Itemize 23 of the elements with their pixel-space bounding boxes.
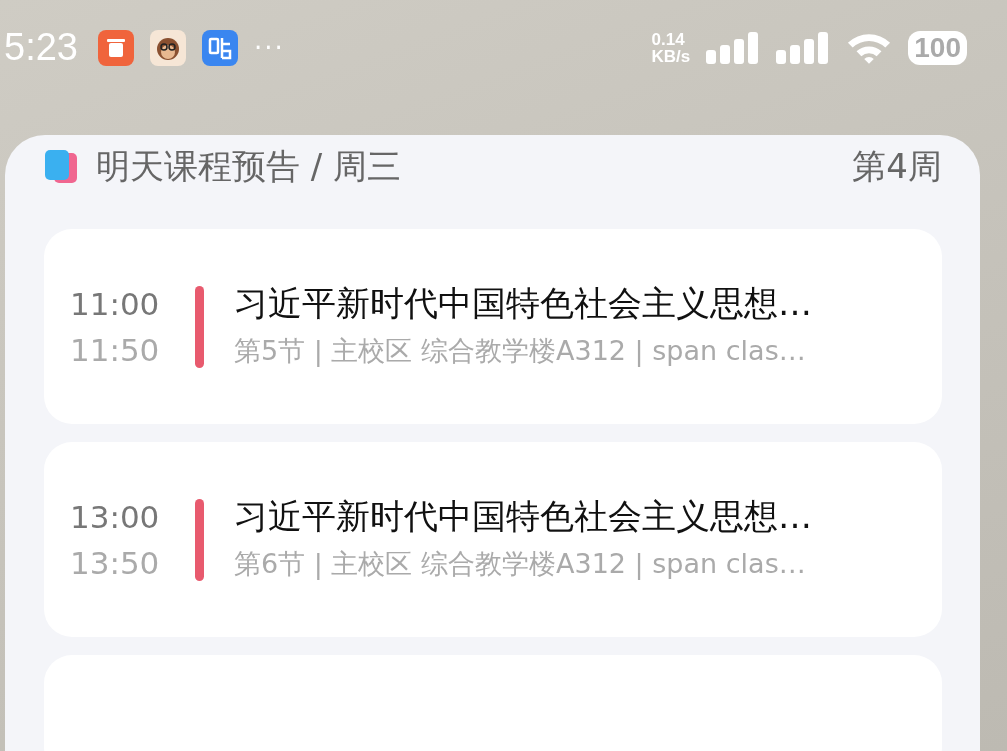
widget-title: 明天课程预告 / 周三 (96, 145, 402, 188)
course-name: 习近平新时代中国特色社会主义思想… (234, 494, 812, 538)
more-notifications: ··· (253, 32, 285, 63)
week-label: 第4周 (852, 145, 942, 188)
start-time: 13:00 (70, 497, 161, 537)
course-detail: 第5节 | 主校区 综合教学楼A312 | span clas… (234, 333, 807, 369)
sticker-icon (201, 29, 238, 66)
end-time: 11:50 (70, 330, 161, 370)
battery-indicator: 100 (908, 30, 967, 65)
status-time: 5:23 (4, 26, 78, 69)
wifi-icon (846, 31, 893, 64)
book-icon (44, 149, 78, 185)
end-time: 13:50 (70, 543, 161, 583)
start-time: 11:00 (70, 284, 161, 324)
course-card[interactable]: 13:00 13:50 习近平新时代中国特色社会主义思想… 第6节 | 主校区 综合教学楼A312 | span clas… (44, 442, 942, 637)
monkey-icon (149, 29, 186, 66)
course-name: 习近平新时代中国特色社会主义思想… (234, 281, 812, 325)
signal-icon (776, 31, 831, 64)
course-detail: 第6节 | 主校区 综合教学楼A312 | span clas… (234, 546, 807, 582)
trash-icon (97, 29, 134, 66)
network-speed: 0.14 KB/s (651, 30, 691, 65)
signal-icon (706, 31, 761, 64)
course-card[interactable]: 11:00 11:50 习近平新时代中国特色社会主义思想… 第5节 | 主校区 综合教学楼A312 | span clas… (44, 229, 942, 424)
